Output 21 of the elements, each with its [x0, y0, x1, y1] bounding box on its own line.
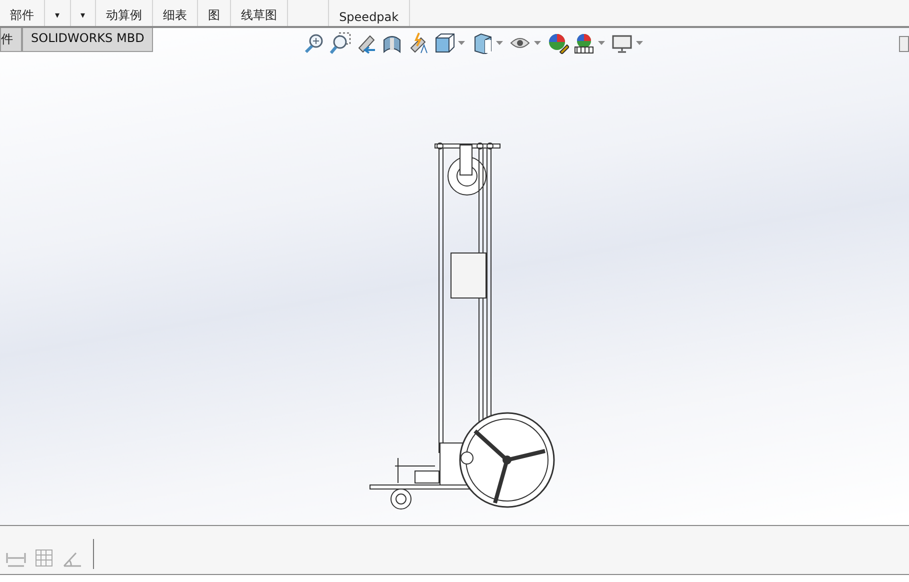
tab[interactable]: 件 — [0, 28, 22, 52]
caret-icon[interactable]: ▾ — [55, 11, 60, 21]
color-ball-icon[interactable] — [547, 32, 569, 54]
ribbon-label[interactable]: 细表 — [163, 7, 188, 24]
zoom-fit-icon[interactable] — [303, 32, 325, 54]
caret-icon[interactable]: ▾ — [80, 11, 86, 21]
cube-icon[interactable] — [433, 32, 455, 54]
ribbon-label[interactable]: 部件 — [10, 7, 34, 24]
caret-icon[interactable] — [534, 41, 541, 45]
ribbon-label[interactable]: Speedpak — [339, 10, 399, 24]
caret-icon[interactable] — [458, 41, 465, 45]
ribbon-label[interactable]: 图 — [208, 7, 220, 24]
ribbon-label[interactable]: 动算例 — [106, 7, 142, 24]
scene-icon[interactable] — [573, 32, 595, 54]
ribbon-label[interactable]: 线草图 — [241, 7, 278, 24]
caret-icon[interactable] — [496, 41, 503, 45]
tab[interactable]: SOLIDWORKS MBD — [22, 28, 154, 52]
zoom-area-icon[interactable] — [329, 32, 351, 54]
panel-toggle[interactable] — [899, 36, 909, 52]
caret-icon[interactable] — [598, 41, 605, 45]
caret-icon[interactable] — [636, 41, 643, 45]
